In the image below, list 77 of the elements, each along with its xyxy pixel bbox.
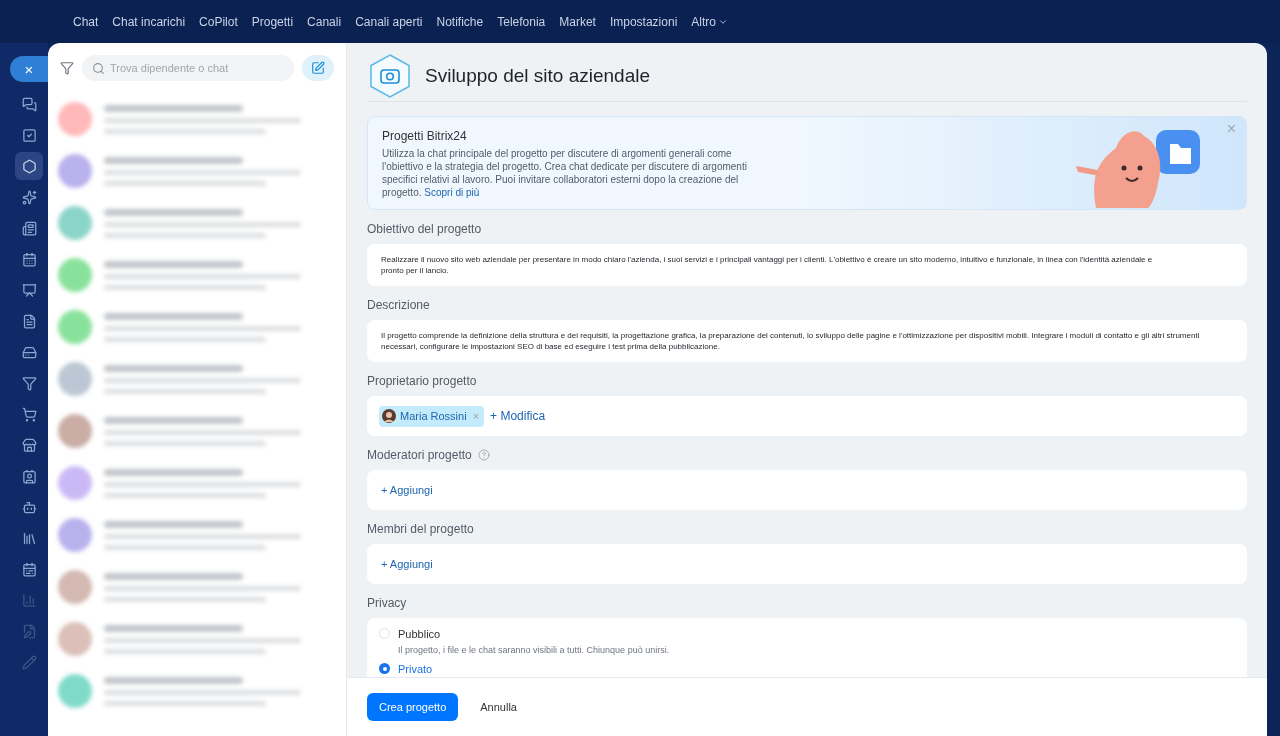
nav-link[interactable]: Chat: [73, 12, 99, 31]
checkbox-icon: [21, 127, 37, 143]
compose-icon: [311, 61, 325, 75]
robot-icon: [21, 499, 37, 515]
user-tag[interactable]: Maria Rossini ×: [379, 405, 485, 427]
avatar: [58, 674, 92, 708]
nav-link[interactable]: Altro: [691, 12, 728, 31]
project-title: Sviluppo del sito aziendale: [425, 63, 650, 88]
section-label: Privacy: [367, 595, 407, 612]
books-icon: [21, 530, 37, 546]
section-label: Proprietario progetto: [367, 373, 477, 390]
nav-link[interactable]: Chat incarichi: [112, 12, 186, 31]
nav-link[interactable]: Progetti: [251, 12, 294, 31]
sparkle-icon: [21, 189, 37, 205]
nav-link[interactable]: Canali aperti: [355, 12, 423, 31]
radio-button[interactable]: [379, 663, 390, 674]
hexagon-icon: [21, 158, 37, 174]
store-icon: [21, 437, 37, 453]
nav-link[interactable]: Telefonia: [497, 12, 546, 31]
section-label: Moderatori progetto: [367, 447, 472, 464]
filter-icon[interactable]: [60, 61, 74, 75]
sidebar-item[interactable]: [15, 152, 43, 180]
avatar: [58, 570, 92, 604]
nav-link[interactable]: CoPilot: [199, 12, 238, 31]
add-link[interactable]: + Aggiungi: [381, 481, 433, 499]
section-label: Obiettivo del progetto: [367, 221, 482, 238]
members-field[interactable]: + Aggiungi: [367, 544, 1247, 584]
radio-label[interactable]: Pubblico: [398, 626, 670, 643]
nav-link[interactable]: Market: [559, 12, 596, 31]
chat-icon: [21, 96, 37, 112]
close-button[interactable]: ×: [10, 56, 48, 82]
add-link[interactable]: + Aggiungi: [381, 555, 433, 573]
new-chat-button[interactable]: [302, 55, 334, 81]
project-avatar-icon: [367, 53, 413, 99]
radio-hint: Il progetto, i file e le chat saranno visibili a tutti. Chiunque può unirsi.: [398, 643, 670, 657]
goal-field[interactable]: Realizzare il nuovo sito web aziendale per presentare in modo chiaro l'azienda, i suoi servizi e i principali vantaggi per i clienti. L'obiettivo è creare un sito moderno, intuitivo e funzionale, in linea con l'identità aziendale e pronto per il lancio.: [367, 244, 1247, 286]
funnel-icon: [21, 375, 37, 391]
pencil-icon: [21, 654, 37, 670]
calendar-icon: [21, 561, 37, 577]
avatar: [58, 102, 92, 136]
bar-chart-icon: [21, 592, 37, 608]
avatar: [58, 414, 92, 448]
search-icon: [92, 62, 105, 75]
document-icon: [21, 313, 37, 329]
newspaper-icon: [21, 220, 37, 236]
avatar: [58, 206, 92, 240]
section-label: Descrizione: [367, 297, 430, 314]
radio-label[interactable]: Privato: [398, 661, 433, 677]
cart-icon: [21, 406, 37, 422]
section-label: Membri del progetto: [367, 521, 474, 538]
banner-title: Progetti Bitrix24: [382, 128, 468, 145]
drive-icon: [21, 344, 37, 360]
nav-link[interactable]: Notifiche: [436, 12, 484, 31]
avatar: [58, 622, 92, 656]
presentation-icon: [21, 282, 37, 298]
nav-link[interactable]: Impostazioni: [609, 12, 678, 31]
learn-more-link[interactable]: Scopri di più: [424, 187, 480, 198]
calendar-icon: [21, 251, 37, 267]
search-field[interactable]: Trova dipendente o chat: [82, 55, 294, 81]
user-name: Maria Rossini: [400, 408, 467, 424]
file-edit-icon: [21, 623, 37, 639]
banner-text: Utilizza la chat principale del progetto per discutere di argomenti generali come l'obiettivo e la strategia del progetto. Crea chat dedicate per discutere di argomenti specifici relativi al lavoro. Puoi invitare collaboratori esterni dopo la creazione del progetto. Scopri di più: [382, 147, 748, 199]
avatar: [382, 409, 396, 423]
change-owner-link[interactable]: + Modifica: [490, 407, 546, 425]
create-button[interactable]: Crea progetto: [367, 693, 459, 721]
avatar: [58, 466, 92, 500]
avatar: [58, 310, 92, 344]
contact-card-icon: [21, 468, 37, 484]
cancel-button[interactable]: Annulla: [468, 693, 529, 721]
owner-field[interactable]: Maria Rossini × + Modifica: [367, 396, 1247, 436]
avatar: [58, 362, 92, 396]
nav-link[interactable]: Canali: [307, 12, 342, 31]
avatar: [58, 258, 92, 292]
moderators-field[interactable]: + Aggiungi: [367, 470, 1247, 510]
description-field[interactable]: Il progetto comprende la definizione della struttura e dei requisiti, la progettazione grafica, la preparazione dei contenuti, lo sviluppo delle pagine e l'ottimizzazione per dispositivi mobili. Integrare i moduli di contatto e gli altri strumenti necessari, configurare le impostazioni SEO di base ed eseguire i test prima della pubblicazione.: [367, 320, 1247, 362]
avatar: [58, 518, 92, 552]
avatar: [58, 154, 92, 188]
